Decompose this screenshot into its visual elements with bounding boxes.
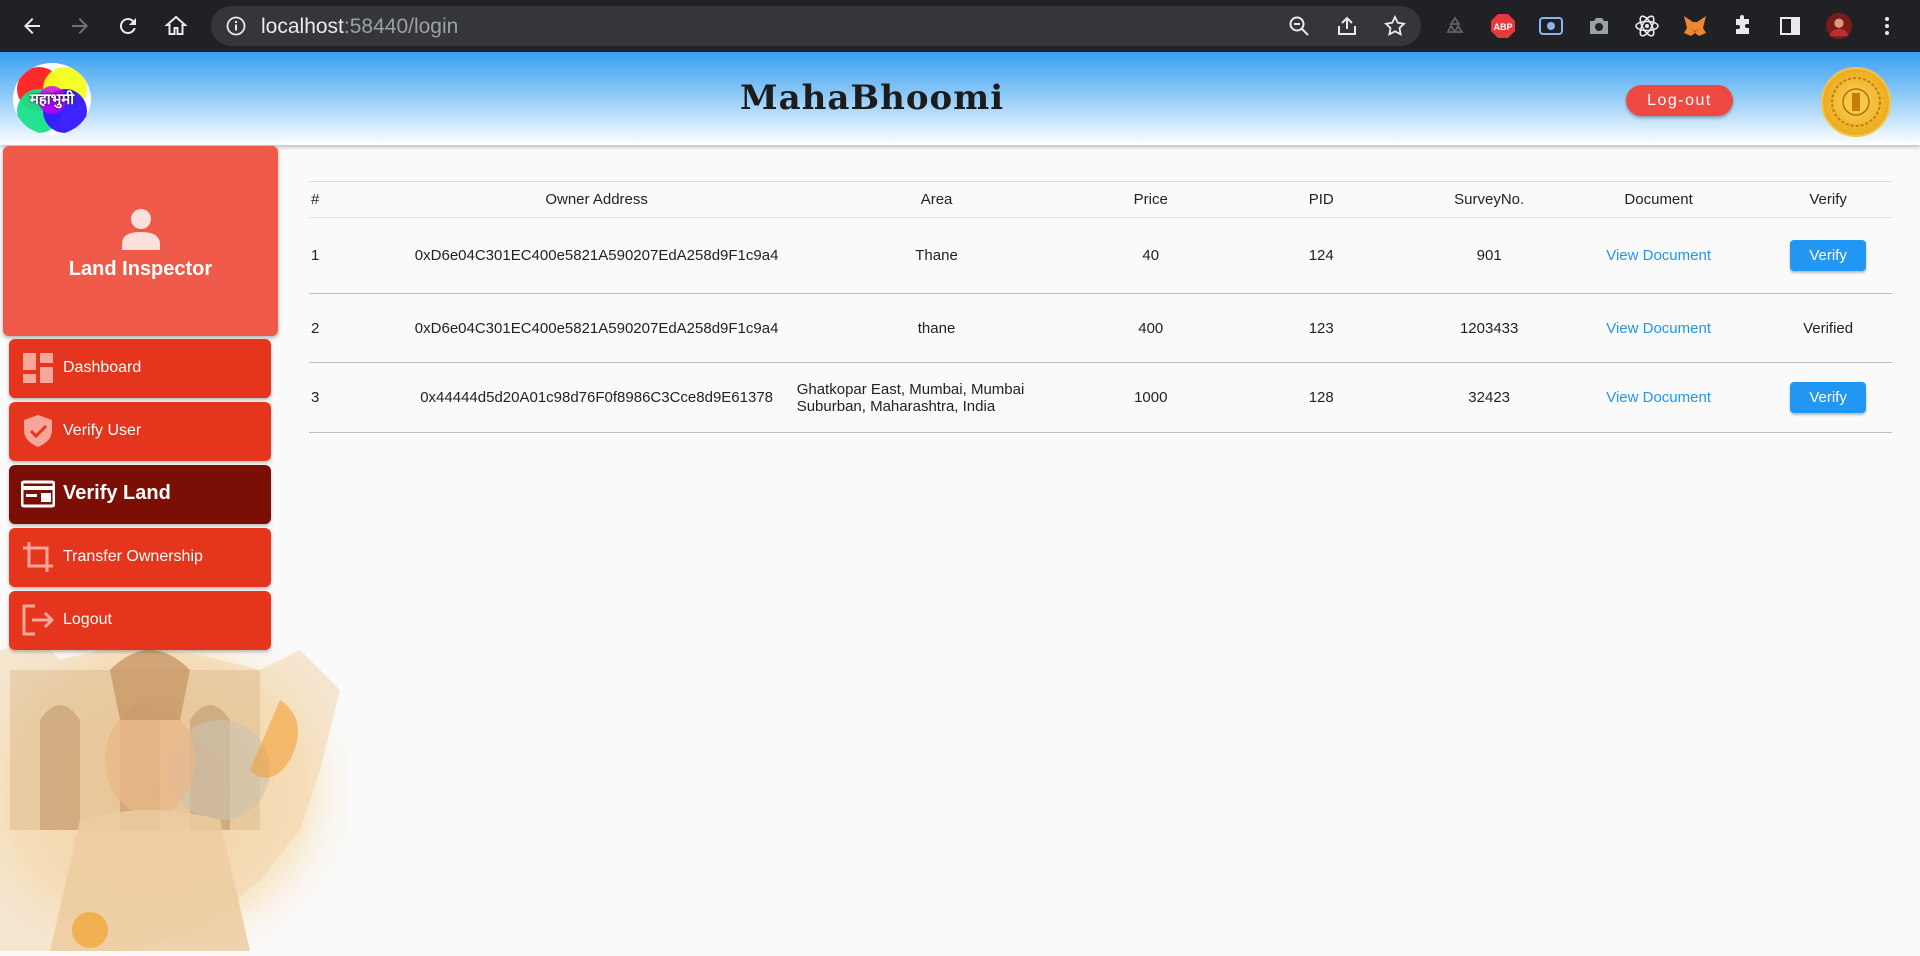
zoom-out-icon[interactable] (1287, 14, 1311, 38)
sidebar-item-label: Dashboard (63, 359, 142, 376)
land-pid: 124 (1217, 217, 1426, 294)
survey-number: 1203433 (1425, 293, 1554, 363)
verified-status: Verified (1764, 293, 1892, 363)
sidebar-item-verify-land[interactable]: Verify Land (9, 465, 271, 524)
reload-icon[interactable] (111, 9, 145, 43)
recycle-extension-icon[interactable] (1441, 12, 1469, 40)
sidebar-item-transfer-ownership[interactable]: Transfer Ownership (9, 528, 271, 587)
land-pid: 123 (1217, 293, 1426, 363)
screen-record-icon[interactable] (1537, 12, 1565, 40)
sidebar-item-logout[interactable]: Logout (9, 591, 271, 650)
profile-card: Land Inspector (3, 146, 278, 336)
user-avatar-icon (122, 208, 160, 255)
back-icon[interactable] (15, 9, 49, 43)
survey-number: 901 (1425, 217, 1554, 294)
land-price: 400 (1084, 293, 1218, 363)
land-verification-table: # Owner Address Area Price PID SurveyNo.… (309, 181, 1892, 433)
bookmark-star-icon[interactable] (1383, 14, 1407, 38)
verify-button[interactable]: Verify (1790, 240, 1867, 271)
column-header-verify: Verify (1764, 181, 1892, 218)
row-index: 3 (309, 362, 405, 433)
column-header-pid: PID (1217, 181, 1426, 218)
column-header-document: Document (1553, 181, 1765, 218)
land-price: 1000 (1084, 362, 1218, 433)
sidebar-item-label: Verify Land (63, 482, 171, 504)
kebab-menu-icon[interactable] (1873, 12, 1901, 40)
sidebar-item-label: Logout (63, 611, 112, 628)
column-header-area: Area (788, 181, 1085, 218)
camera-extension-icon[interactable] (1585, 12, 1613, 40)
site-info-icon[interactable] (225, 15, 247, 37)
land-area: Ghatkopar East, Mumbai, Mumbai Suburban,… (788, 362, 1085, 433)
logout-button[interactable]: Log-out (1626, 85, 1733, 116)
land-price: 40 (1084, 217, 1218, 294)
user-role: Land Inspector (68, 258, 213, 280)
sidebar-item-dashboard[interactable]: Dashboard (9, 339, 271, 398)
column-header-index: # (309, 181, 405, 218)
mahabhoomi-logo: महाभुमी (13, 63, 91, 135)
side-panel-icon[interactable] (1776, 12, 1804, 40)
extensions-puzzle-icon[interactable] (1729, 12, 1757, 40)
home-icon[interactable] (159, 9, 193, 43)
column-header-survey: SurveyNo. (1425, 181, 1554, 218)
table-row: 1 0xD6e04C301EC400e5821A590207EdA258d9F1… (309, 217, 1892, 294)
government-emblem (1821, 67, 1891, 137)
app-title: MahaBhoomi (740, 78, 1005, 118)
row-index: 2 (309, 293, 405, 363)
adblock-icon[interactable]: ABP (1489, 12, 1517, 40)
profile-avatar-icon[interactable] (1825, 12, 1853, 40)
app-header: महाभुमी MahaBhoomi Log-out (0, 52, 1920, 145)
url-text: localhost:58440/login (261, 15, 459, 38)
column-header-price: Price (1084, 181, 1218, 218)
sidebar-item-verify-user[interactable]: Verify User (9, 402, 271, 461)
address-bar[interactable]: localhost:58440/login (211, 6, 1421, 46)
view-document-link[interactable]: View Document (1606, 389, 1711, 406)
owner-address: 0xD6e04C301EC400e5821A590207EdA258d9F1c9… (404, 217, 789, 294)
table-row: 2 0xD6e04C301EC400e5821A590207EdA258d9F1… (309, 293, 1892, 363)
verify-button[interactable]: Verify (1790, 382, 1867, 413)
column-header-owner: Owner Address (404, 181, 789, 218)
land-pid: 128 (1217, 362, 1426, 433)
view-document-link[interactable]: View Document (1606, 320, 1711, 337)
view-document-link[interactable]: View Document (1606, 247, 1711, 264)
land-area: Thane (788, 217, 1085, 294)
dashboard-icon (21, 351, 55, 385)
land-area: thane (788, 293, 1085, 363)
metamask-fox-icon[interactable] (1681, 12, 1709, 40)
table-header-row: # Owner Address Area Price PID SurveyNo.… (309, 181, 1892, 218)
logout-icon (21, 603, 55, 637)
row-index: 1 (309, 217, 405, 294)
share-icon[interactable] (1335, 14, 1359, 38)
sidebar-item-label: Transfer Ownership (63, 548, 203, 565)
owner-address: 0x44444d5d20A01c98d76F0f8986C3Cce8d9E613… (404, 362, 789, 433)
svg-text:ABP: ABP (1493, 22, 1512, 32)
verified-shield-icon (21, 414, 55, 448)
survey-number: 32423 (1425, 362, 1554, 433)
owner-address: 0xD6e04C301EC400e5821A590207EdA258d9F1c9… (404, 293, 789, 363)
heritage-illustration (0, 630, 350, 951)
browser-toolbar: localhost:58440/login ABP (0, 0, 1920, 52)
sidebar-item-label: Verify User (63, 422, 142, 439)
table-row: 3 0x44444d5d20A01c98d76F0f8986C3Cce8d9E6… (309, 362, 1892, 433)
forward-icon[interactable] (63, 9, 97, 43)
logo-text: महाभुमी (29, 91, 75, 108)
land-card-icon (20, 477, 56, 511)
react-devtools-icon[interactable] (1633, 12, 1661, 40)
transfer-crop-icon (21, 540, 55, 574)
